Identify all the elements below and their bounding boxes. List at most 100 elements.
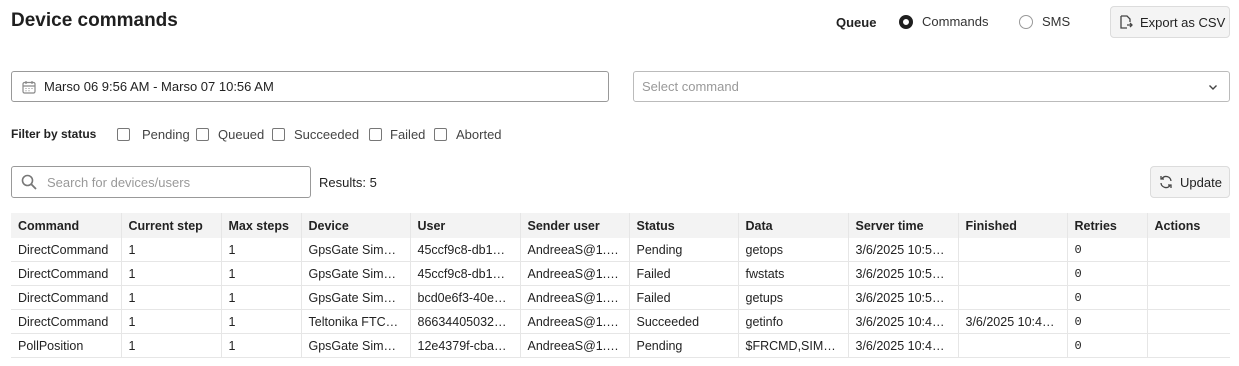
queued-label: Queued xyxy=(218,127,265,142)
cell-status: Failed xyxy=(628,285,738,310)
cell-finished: 3/6/2025 10:4… xyxy=(957,309,1067,334)
column-header-finished[interactable]: Finished xyxy=(957,213,1067,238)
commands-radio[interactable] xyxy=(899,14,913,29)
cell-actions xyxy=(1146,309,1230,334)
status-filter-aborted[interactable]: Aborted xyxy=(434,127,502,142)
succeeded-label: Succeeded xyxy=(294,127,360,142)
status-filter-failed[interactable]: Failed xyxy=(369,127,425,142)
cell-data: getups xyxy=(737,285,848,310)
sms-radio[interactable] xyxy=(1019,14,1033,29)
cell-server-time: 3/6/2025 10:5… xyxy=(847,238,958,262)
cell-command: DirectCommand xyxy=(11,309,121,334)
update-button[interactable]: Update xyxy=(1150,166,1230,198)
export-csv-button[interactable]: Export as CSV xyxy=(1110,6,1230,38)
cell-retries: 0 xyxy=(1066,261,1147,286)
queue-option-sms[interactable]: SMS xyxy=(1019,14,1070,29)
status-filter-queued[interactable]: Queued xyxy=(196,127,264,142)
column-header-actions: Actions xyxy=(1146,213,1230,238)
cell-actions xyxy=(1146,261,1230,286)
cell-command: DirectCommand xyxy=(11,261,121,286)
cell-command: DirectCommand xyxy=(11,238,121,262)
column-header-max-steps[interactable]: Max steps xyxy=(220,213,301,238)
cell-sender-user: AndreeaS@1. S… xyxy=(519,333,629,358)
export-file-icon xyxy=(1119,15,1140,29)
cell-finished xyxy=(957,261,1067,286)
pending-label: Pending xyxy=(142,127,190,142)
cell-data: $FRCMD,SIM0… xyxy=(737,333,848,358)
queued-checkbox[interactable] xyxy=(196,128,209,141)
cell-user: bcd0e6f3-40e… xyxy=(409,285,520,310)
sms-radio-label: SMS xyxy=(1042,14,1071,29)
table-row[interactable]: DirectCommand 1 1 GpsGate Simul… 45ccf9c… xyxy=(11,261,1230,286)
cell-user: 45ccf9c8-db1… xyxy=(409,261,520,286)
export-csv-label: Export as CSV xyxy=(1140,14,1226,30)
cell-status: Pending xyxy=(628,238,738,262)
cell-status: Pending xyxy=(628,333,738,358)
column-header-device[interactable]: Device xyxy=(300,213,410,238)
page-title: Device commands xyxy=(11,10,178,31)
cell-user: 86634405032… xyxy=(409,309,520,334)
commands-radio-label: Commands xyxy=(922,14,989,29)
cell-actions xyxy=(1146,333,1230,358)
command-select-placeholder: Select command xyxy=(642,79,739,94)
cell-server-time: 3/6/2025 10:5… xyxy=(847,261,958,286)
aborted-checkbox[interactable] xyxy=(434,128,447,141)
status-filter-pending[interactable]: Pending xyxy=(117,127,190,142)
date-range-picker[interactable]: Marso 06 9:56 AM - Marso 07 10:56 AM xyxy=(11,71,609,102)
table-row[interactable]: PollPosition 1 1 GpsGate Simul… 12e4379f… xyxy=(11,333,1230,358)
column-header-sender-user[interactable]: Sender user xyxy=(519,213,629,238)
cell-status: Failed xyxy=(628,261,738,286)
queue-label: Queue xyxy=(836,15,877,30)
column-header-status[interactable]: Status xyxy=(628,213,738,238)
cell-max-steps: 1 xyxy=(220,261,301,286)
cell-sender-user: AndreeaS@1. S… xyxy=(519,309,629,334)
cell-current-step: 1 xyxy=(120,285,221,310)
column-header-server-time[interactable]: Server time xyxy=(847,213,958,238)
aborted-label: Aborted xyxy=(456,127,502,142)
cell-data: getops xyxy=(737,238,848,262)
column-header-command[interactable]: Command xyxy=(11,213,121,238)
cell-user: 12e4379f-cba… xyxy=(409,333,520,358)
cell-max-steps: 1 xyxy=(220,333,301,358)
pending-checkbox[interactable] xyxy=(117,128,130,141)
cell-actions xyxy=(1146,238,1230,262)
calendar-icon xyxy=(22,80,44,94)
table-row[interactable]: DirectCommand 1 1 Teltonika FTC9… 866344… xyxy=(11,309,1230,334)
table-row[interactable]: DirectCommand 1 1 GpsGate Simul… bcd0e6f… xyxy=(11,285,1230,310)
command-select[interactable]: Select command xyxy=(633,71,1230,102)
status-filter-succeeded[interactable]: Succeeded xyxy=(272,127,359,142)
refresh-icon xyxy=(1159,175,1180,189)
filter-by-status-label: Filter by status xyxy=(11,127,97,141)
search-box[interactable] xyxy=(11,166,311,198)
cell-command: PollPosition xyxy=(11,333,121,358)
search-input[interactable] xyxy=(45,173,299,191)
column-header-user[interactable]: User xyxy=(409,213,520,238)
cell-server-time: 3/6/2025 10:4… xyxy=(847,309,958,334)
cell-retries: 0 xyxy=(1066,309,1147,334)
cell-command: DirectCommand xyxy=(11,285,121,310)
cell-retries: 0 xyxy=(1066,285,1147,310)
cell-sender-user: AndreeaS@1. S… xyxy=(519,285,629,310)
cell-server-time: 3/6/2025 10:5… xyxy=(847,285,958,310)
cell-device: GpsGate Simul… xyxy=(300,333,410,358)
column-header-current-step[interactable]: Current step xyxy=(120,213,221,238)
commands-table: Command Current step Max steps Device Us… xyxy=(11,213,1230,358)
column-header-data[interactable]: Data xyxy=(737,213,848,238)
table-row[interactable]: DirectCommand 1 1 GpsGate Simul… 45ccf9c… xyxy=(11,238,1230,262)
succeeded-checkbox[interactable] xyxy=(272,128,285,141)
cell-current-step: 1 xyxy=(120,238,221,262)
queue-option-commands[interactable]: Commands xyxy=(899,14,988,29)
failed-checkbox[interactable] xyxy=(369,128,382,141)
date-range-value: Marso 06 9:56 AM - Marso 07 10:56 AM xyxy=(44,79,274,94)
cell-max-steps: 1 xyxy=(220,309,301,334)
cell-finished xyxy=(957,238,1067,262)
search-icon xyxy=(21,174,37,190)
cell-server-time: 3/6/2025 10:4… xyxy=(847,333,958,358)
column-header-retries[interactable]: Retries xyxy=(1066,213,1147,238)
cell-max-steps: 1 xyxy=(220,285,301,310)
results-count: Results: 5 xyxy=(319,175,377,190)
cell-current-step: 1 xyxy=(120,333,221,358)
cell-finished xyxy=(957,285,1067,310)
failed-label: Failed xyxy=(390,127,426,142)
cell-device: Teltonika FTC9… xyxy=(300,309,410,334)
